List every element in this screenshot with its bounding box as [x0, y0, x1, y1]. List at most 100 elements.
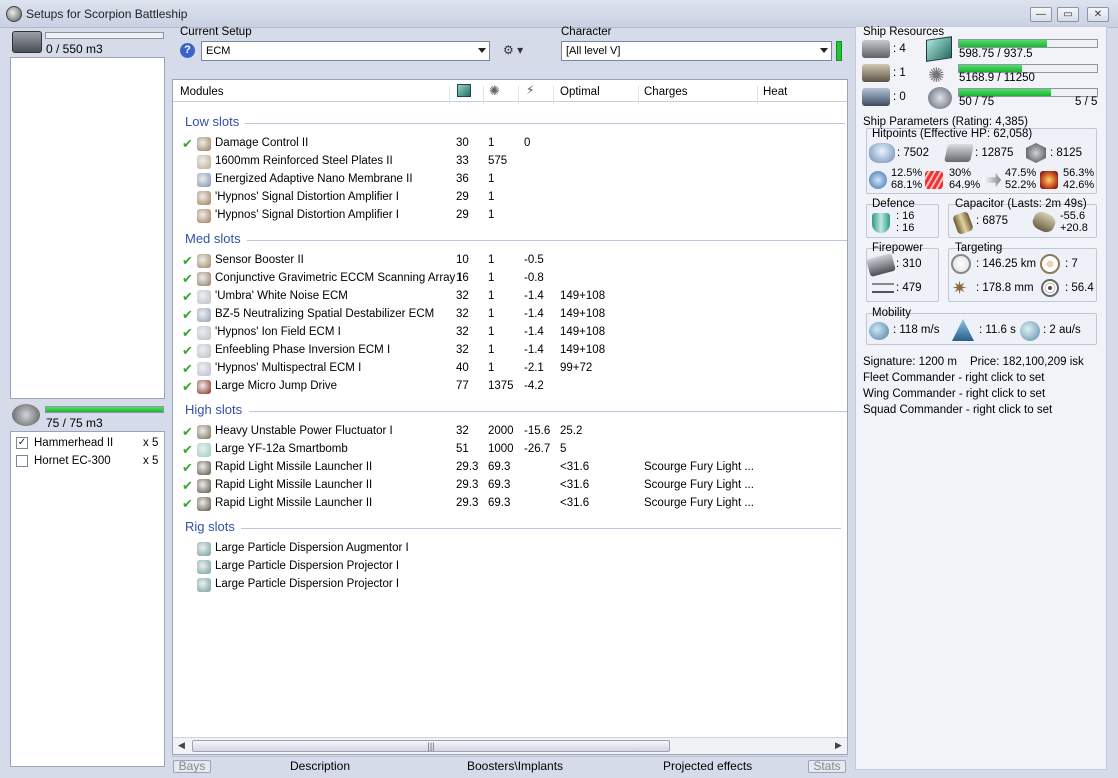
module-row[interactable]: 'Hypnos' Signal Distortion Amplifier I 29… — [173, 207, 843, 225]
module-cpu: 40 — [456, 362, 469, 374]
drone-list-item[interactable]: Hornet EC-300 x 5 — [15, 453, 161, 470]
module-name: Rapid Light Missile Launcher II — [215, 461, 373, 473]
module-cpu: 32 — [456, 425, 469, 437]
explosive-resist-icon — [1040, 171, 1058, 189]
stats-button[interactable]: Stats — [808, 760, 846, 773]
module-row[interactable]: ✔ Damage Control II 30 1 0 — [173, 135, 843, 153]
wing-commander[interactable]: Wing Commander - right click to set — [863, 388, 1045, 400]
calibration-icon — [862, 88, 890, 106]
module-row[interactable]: 1600mm Reinforced Steel Plates II 33 575 — [173, 153, 843, 171]
maximize-button[interactable]: ▭ — [1057, 7, 1079, 22]
drone-checkbox[interactable]: ✓ — [16, 437, 28, 449]
active-check-icon[interactable]: ✔ — [182, 136, 193, 152]
scrollbar-thumb[interactable]: ||| — [192, 740, 670, 752]
module-charges[interactable]: Scourge Fury Light ... — [644, 479, 754, 491]
module-name: 1600mm Reinforced Steel Plates II — [215, 155, 393, 167]
defence-value-a: : 16 — [896, 210, 915, 222]
active-check-icon[interactable]: ✔ — [182, 307, 193, 323]
module-capacitor: -1.4 — [524, 326, 544, 338]
module-row[interactable]: ✔ Rapid Light Missile Launcher II 29.3 69.3… — [173, 477, 843, 495]
active-check-icon[interactable]: ✔ — [182, 478, 193, 494]
module-row[interactable]: ✔ Large YF-12a Smartbomb 51 1000 -26.7 5 — [173, 441, 843, 459]
module-row[interactable]: 'Hypnos' Signal Distortion Amplifier I 29… — [173, 189, 843, 207]
drone-list[interactable]: ✓ Hammerhead II x 5 Hornet EC-300 x 5 — [10, 431, 165, 767]
module-row[interactable]: Large Particle Dispersion Augmentor I — [173, 540, 843, 558]
setup-tools-icon[interactable]: ⚙ ▾ — [503, 43, 533, 59]
module-icon — [197, 380, 211, 394]
cargo-value: 0 / 550 m3 — [46, 42, 103, 56]
fleet-commander[interactable]: Fleet Commander - right click to set — [863, 372, 1045, 384]
col-charges[interactable]: Charges — [644, 86, 687, 98]
module-capacitor: -0.5 — [524, 254, 544, 266]
resources-title: Ship Resources — [863, 26, 945, 38]
powergrid-value: 5168.9 / 11250 — [959, 72, 1035, 84]
active-check-icon[interactable]: ✔ — [182, 289, 193, 305]
drone-checkbox[interactable] — [16, 455, 28, 467]
module-power: 1 — [488, 191, 495, 203]
tab-projected-effects[interactable]: Projected effects — [663, 759, 752, 773]
defence-icon — [872, 213, 890, 233]
module-row[interactable]: ✔ Rapid Light Missile Launcher II 29.3 69.3… — [173, 459, 843, 477]
module-icon — [197, 497, 211, 511]
module-row[interactable]: ✔ Conjunctive Gravimetric ECCM Scanning A… — [173, 270, 843, 288]
power-col-icon[interactable]: ✺ — [489, 83, 500, 99]
minimize-button[interactable]: — — [1030, 7, 1052, 22]
active-check-icon[interactable]: ✔ — [182, 379, 193, 395]
drone-list-item[interactable]: ✓ Hammerhead II x 5 — [15, 435, 161, 452]
module-row[interactable]: Energized Adaptive Nano Membrane II 36 1 — [173, 171, 843, 189]
module-row[interactable]: Large Particle Dispersion Projector I — [173, 576, 843, 594]
character-label: Character — [561, 26, 612, 38]
setup-select[interactable]: ECM — [201, 41, 490, 61]
active-check-icon[interactable]: ✔ — [182, 496, 193, 512]
cargo-list[interactable] — [10, 57, 165, 399]
character-select[interactable]: [All level V] — [561, 41, 832, 61]
module-cpu: 77 — [456, 380, 469, 392]
module-row[interactable]: ✔ 'Umbra' White Noise ECM 32 1 -1.4 149+108 — [173, 288, 843, 306]
close-button[interactable]: ✕ — [1087, 7, 1109, 22]
active-check-icon[interactable]: ✔ — [182, 460, 193, 476]
module-power: 2000 — [488, 425, 514, 437]
active-check-icon[interactable]: ✔ — [182, 325, 193, 341]
active-check-icon[interactable]: ✔ — [182, 253, 193, 269]
drone-bay-bar — [45, 406, 164, 413]
bays-button[interactable]: Bays — [173, 760, 211, 773]
module-icon — [197, 542, 211, 556]
squad-commander[interactable]: Squad Commander - right click to set — [863, 404, 1052, 416]
module-name: Large Particle Dispersion Augmentor I — [215, 542, 409, 554]
drone-bandwidth-icon — [928, 87, 952, 109]
module-row[interactable]: ✔ Heavy Unstable Power Fluctuator I 32 2000… — [173, 423, 843, 441]
module-name: Large YF-12a Smartbomb — [215, 443, 348, 455]
tab-boosters-implants[interactable]: Boosters\Implants — [467, 759, 563, 773]
active-check-icon[interactable]: ✔ — [182, 424, 193, 440]
module-icon — [197, 425, 211, 439]
module-row[interactable]: ✔ 'Hypnos' Multispectral ECM I 40 1 -2.1 99+7… — [173, 360, 843, 378]
module-row[interactable]: ✔ 'Hypnos' Ion Field ECM I 32 1 -1.4 149+108 — [173, 324, 843, 342]
active-check-icon[interactable]: ✔ — [182, 442, 193, 458]
capacitor-title: Capacitor (Lasts: 2m 49s) — [955, 198, 1087, 210]
module-charges[interactable]: Scourge Fury Light ... — [644, 461, 754, 473]
module-row[interactable]: ✔ Enfeebling Phase Inversion ECM I 32 1 -1.4… — [173, 342, 843, 360]
module-name: Rapid Light Missile Launcher II — [215, 479, 373, 491]
module-power: 1 — [488, 209, 495, 221]
tab-description[interactable]: Description — [290, 759, 350, 773]
help-icon[interactable]: ? — [180, 43, 195, 58]
col-heat[interactable]: Heat — [763, 86, 787, 98]
module-capacitor: -26.7 — [524, 443, 551, 455]
module-row[interactable]: ✔ BZ-5 Neutralizing Spatial Destabilizer … — [173, 306, 843, 324]
cpu-col-icon[interactable] — [457, 84, 471, 97]
module-row[interactable]: ✔ Large Micro Jump Drive 77 1375 -4.2 — [173, 378, 843, 396]
col-modules[interactable]: Modules — [180, 86, 223, 98]
active-check-icon[interactable]: ✔ — [182, 361, 193, 377]
module-row[interactable]: Large Particle Dispersion Projector I — [173, 558, 843, 576]
active-check-icon[interactable]: ✔ — [182, 271, 193, 287]
module-row[interactable]: ✔ Rapid Light Missile Launcher II 29.3 69.3… — [173, 495, 843, 513]
cpu-icon — [926, 36, 952, 62]
active-check-icon[interactable]: ✔ — [182, 343, 193, 359]
module-charges[interactable]: Scourge Fury Light ... — [644, 497, 754, 509]
cargo-icon — [12, 31, 42, 53]
slot-divider — [241, 528, 841, 529]
module-row[interactable]: ✔ Sensor Booster II 10 1 -0.5 — [173, 252, 843, 270]
col-optimal[interactable]: Optimal — [560, 86, 600, 98]
horizontal-scrollbar[interactable]: ◀ ||| ▶ — [173, 737, 847, 754]
capacitor-col-icon[interactable]: ⚡ — [526, 83, 534, 97]
